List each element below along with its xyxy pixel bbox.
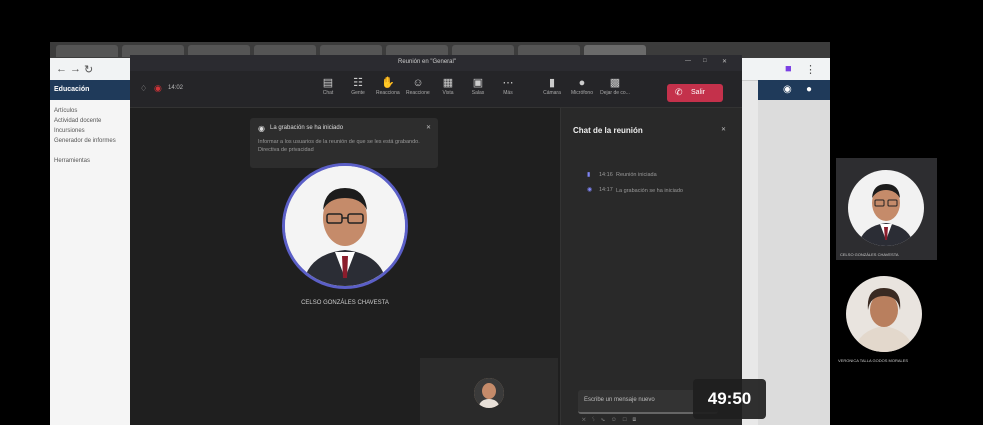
self-avatar [474,378,504,408]
leave-button[interactable]: ✆ Salir [667,84,723,102]
app-sidebar: Artículos Actividad docente Incursiones … [50,80,133,425]
more-button[interactable]: ⋯ Más [496,77,520,96]
chat-message-text: La grabación se ha iniciado [616,188,683,194]
close-icon[interactable]: ✕ [722,58,727,65]
sidebar-item[interactable]: Generador de informes [54,138,116,144]
meeting-window: Reunión en "General" — □ ✕ ♢ ◉ 14:02 ▤ Ch… [130,55,742,425]
participant-avatar [846,276,922,352]
mic-button[interactable]: ● Micrófono [570,77,594,96]
people-icon: ☷ [353,77,363,89]
notice-body: Informar a los usuarios de la reunión de… [258,139,420,153]
view-button[interactable]: ▦ Vista [436,77,460,96]
recording-notice: ◉ La grabación se ha iniciado ✕ Informar… [250,118,438,168]
call-duration: 14:02 [168,85,184,91]
notification-icon[interactable]: ◉ [783,84,792,95]
leave-label: Salir [691,89,706,96]
rooms-button[interactable]: ▣ Salas [466,77,490,96]
participant-name: CELSO GONZÁLES CHAVESTA [840,252,899,257]
close-chat-icon[interactable]: ✕ [721,126,726,133]
chat-input-placeholder: Escribe un mensaje nuevo [584,397,655,403]
window-title: Reunión en "General" [398,59,456,65]
meeting-started-icon: ▮ [587,172,591,178]
avatar[interactable]: ● [806,84,812,95]
reactions-button[interactable]: ☺ Reacciones [406,77,430,96]
right-panel [758,80,830,425]
sidebar-item[interactable]: Incursiones [54,128,85,134]
right-panel-header: ◉ ● [758,80,830,100]
menu-icon[interactable]: ⋮ [805,63,816,76]
rooms-icon: ▣ [472,77,484,89]
maximize-icon[interactable]: □ [703,58,707,64]
chat-format-icons[interactable]: ✕ᛊ✎☺□▤ [582,417,642,423]
notice-title: La grabación se ha iniciado [270,125,344,131]
reload-icon[interactable]: ↻ [84,63,93,76]
recording-icon: ◉ [258,124,265,133]
self-view-tile [420,358,558,425]
minimize-icon[interactable]: — [685,58,691,64]
speaker-avatar [282,163,408,289]
chat-button[interactable]: ▤ Chat [316,77,340,96]
camera-button[interactable]: ▮ Cámara [540,77,564,96]
participant-tile: CELSO GONZÁLES CHAVESTA [836,158,937,260]
chat-title: Chat de la reunión [573,126,643,135]
mic-icon: ● [578,77,586,89]
participant-name: VERONICA TALLA GODOS MORALES [838,358,909,363]
back-icon[interactable]: ← [56,63,67,75]
chat-message-time: 14:17 [599,187,613,193]
view-icon: ▦ [442,77,454,89]
phone-icon: ✆ [675,87,683,97]
browser-tab[interactable] [56,45,118,57]
shield-icon: ♢ [140,84,148,93]
raise-hand-icon: ✋ [381,77,395,89]
video-timestamp: 49:50 [693,379,766,419]
chat-message-time: 14:16 [599,172,613,178]
sidebar-item[interactable]: Herramientas [54,158,90,164]
sidebar-item[interactable]: Artículos [54,108,77,114]
participant-avatar [848,170,924,246]
meeting-toolbar: ♢ ◉ 14:02 ▤ Chat ☷ Gente ✋ Reaccionar ☺ Reac… [130,71,742,108]
sidebar-item[interactable]: Actividad docente [54,118,101,124]
speaker-name: CELSO GONZÁLES CHAVESTA [301,300,389,306]
share-icon: ▩ [609,77,621,89]
chat-message-text: Reunión iniciada [616,172,657,178]
camera-icon: ▮ [548,77,556,89]
chat-panel: Chat de la reunión ✕ ▮ 14:16 Reunión ini… [560,108,742,425]
chat-icon: ▤ [322,77,334,89]
stop-share-button[interactable]: ▩ Dejar de co... [600,77,630,96]
extension-icon[interactable]: ■ [785,63,792,75]
meeting-title-bar: Reunión en "General" — □ ✕ [130,55,742,71]
raise-hand-button[interactable]: ✋ Reaccionar [376,77,400,96]
more-icon: ⋯ [502,77,514,89]
dismiss-icon[interactable]: ✕ [426,124,431,131]
forward-icon[interactable]: → [70,63,81,75]
recording-started-icon: ◉ [587,187,593,193]
people-button[interactable]: ☷ Gente [346,77,370,96]
reaction-icon: ☺ [412,77,424,89]
sidebar-title: Educación [50,80,132,100]
speaker-photo [285,166,405,286]
recording-icon: ◉ [154,83,162,93]
